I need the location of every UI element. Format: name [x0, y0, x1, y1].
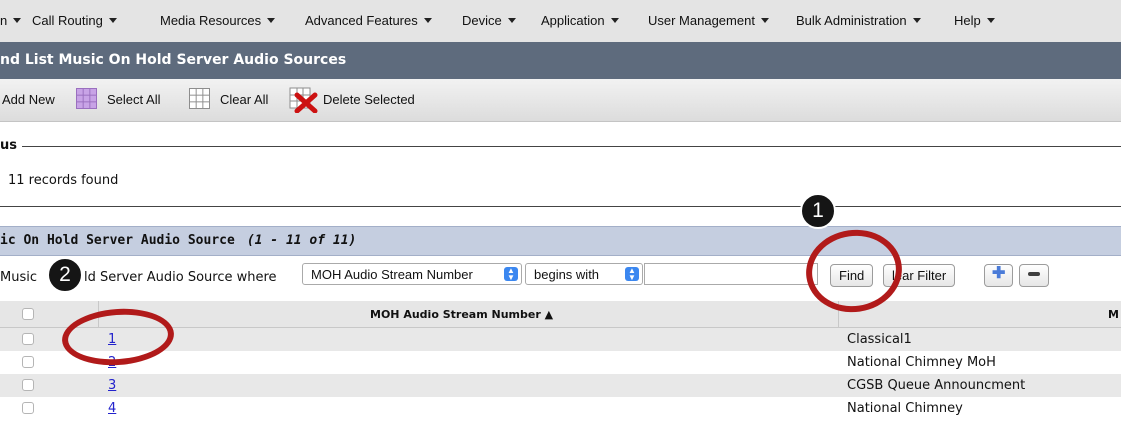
table-row: 2 National Chimney MoH — [0, 351, 1121, 374]
menu-bulk-administration[interactable]: Bulk Administration — [796, 13, 921, 28]
stream-description: Classical1 — [847, 332, 912, 347]
chevron-down-icon — [108, 18, 117, 23]
status-divider — [22, 146, 1121, 147]
plus-icon: ✚ — [992, 265, 1006, 282]
stream-description: National Chimney MoH — [847, 355, 996, 370]
select-all-icon[interactable] — [76, 88, 97, 109]
clear-all-icon[interactable] — [189, 88, 210, 109]
row-checkbox[interactable] — [22, 333, 34, 345]
section-title: ic On Hold Server Audio Source — [0, 233, 235, 248]
status-legend: us — [0, 138, 17, 153]
menu-item-partial[interactable]: n — [0, 13, 22, 28]
chevron-down-icon — [267, 18, 276, 23]
delete-selected-button[interactable]: Delete Selected — [323, 92, 415, 107]
chevron-down-icon — [760, 18, 769, 23]
chevron-down-icon — [986, 18, 995, 23]
add-filter-button[interactable]: ✚ — [984, 264, 1014, 287]
toolbar: Add New Select All Clear All Delete Sele… — [0, 79, 1121, 122]
menu-bar: n Call Routing Media Resources Advanced … — [0, 0, 1121, 43]
select-arrows-icon: ▲ ▼ — [625, 267, 639, 282]
row-checkbox[interactable] — [22, 356, 34, 368]
column-header-description[interactable]: M — [1108, 308, 1119, 321]
table-row: 4 National Chimney — [0, 397, 1121, 420]
add-new-button[interactable]: Add New — [2, 92, 55, 107]
annotation-badge-1: 1 — [800, 193, 836, 229]
row-checkbox[interactable] — [22, 379, 34, 391]
remove-filter-button[interactable] — [1019, 264, 1049, 287]
column-header-stream-number[interactable]: MOH Audio Stream Number ▲ — [370, 308, 553, 321]
menu-help[interactable]: Help — [954, 13, 995, 28]
operator-select[interactable]: begins with ▲ ▼ — [525, 263, 643, 285]
annotation-badge-2: 2 — [47, 257, 83, 293]
chevron-down-icon — [610, 18, 619, 23]
sort-ascending-icon: ▲ — [544, 308, 554, 321]
clear-all-button[interactable]: Clear All — [220, 92, 268, 107]
menu-user-management[interactable]: User Management — [648, 13, 769, 28]
select-all-checkbox[interactable] — [22, 308, 34, 320]
row-checkbox[interactable] — [22, 402, 34, 414]
status-message: 11 records found — [8, 173, 119, 188]
search-input[interactable] — [644, 263, 818, 285]
field-select[interactable]: MOH Audio Stream Number ▲ ▼ — [302, 263, 522, 285]
menu-media-resources[interactable]: Media Resources — [160, 13, 276, 28]
page-title: nd List Music On Hold Server Audio Sourc… — [0, 52, 347, 68]
menu-advanced-features[interactable]: Advanced Features — [305, 13, 432, 28]
menu-application[interactable]: Application — [541, 13, 619, 28]
table-row: 3 CGSB Queue Announcment — [0, 374, 1121, 397]
section-divider — [0, 206, 1121, 207]
delete-selected-icon[interactable] — [289, 87, 319, 113]
record-count: (1 - 11 of 11) — [246, 233, 357, 248]
chevron-down-icon — [13, 18, 22, 23]
section-header: ic On Hold Server Audio Source (1 - 11 of… — [0, 226, 1121, 256]
chevron-down-icon — [912, 18, 921, 23]
menu-device[interactable]: Device — [462, 13, 516, 28]
select-all-button[interactable]: Select All — [107, 92, 160, 107]
chevron-down-icon — [507, 18, 516, 23]
stream-description: CGSB Queue Announcment — [847, 378, 1026, 393]
minus-icon — [1028, 272, 1040, 276]
page-title-bar: nd List Music On Hold Server Audio Sourc… — [0, 42, 1121, 79]
stream-number-link[interactable]: 3 — [108, 378, 116, 393]
stream-description: National Chimney — [847, 401, 963, 416]
find-label: Music ld Server Audio Source where — [0, 270, 277, 285]
menu-call-routing[interactable]: Call Routing — [32, 13, 117, 28]
stream-number-link[interactable]: 4 — [108, 401, 116, 416]
select-arrows-icon: ▲ ▼ — [504, 267, 518, 282]
chevron-down-icon — [423, 18, 432, 23]
